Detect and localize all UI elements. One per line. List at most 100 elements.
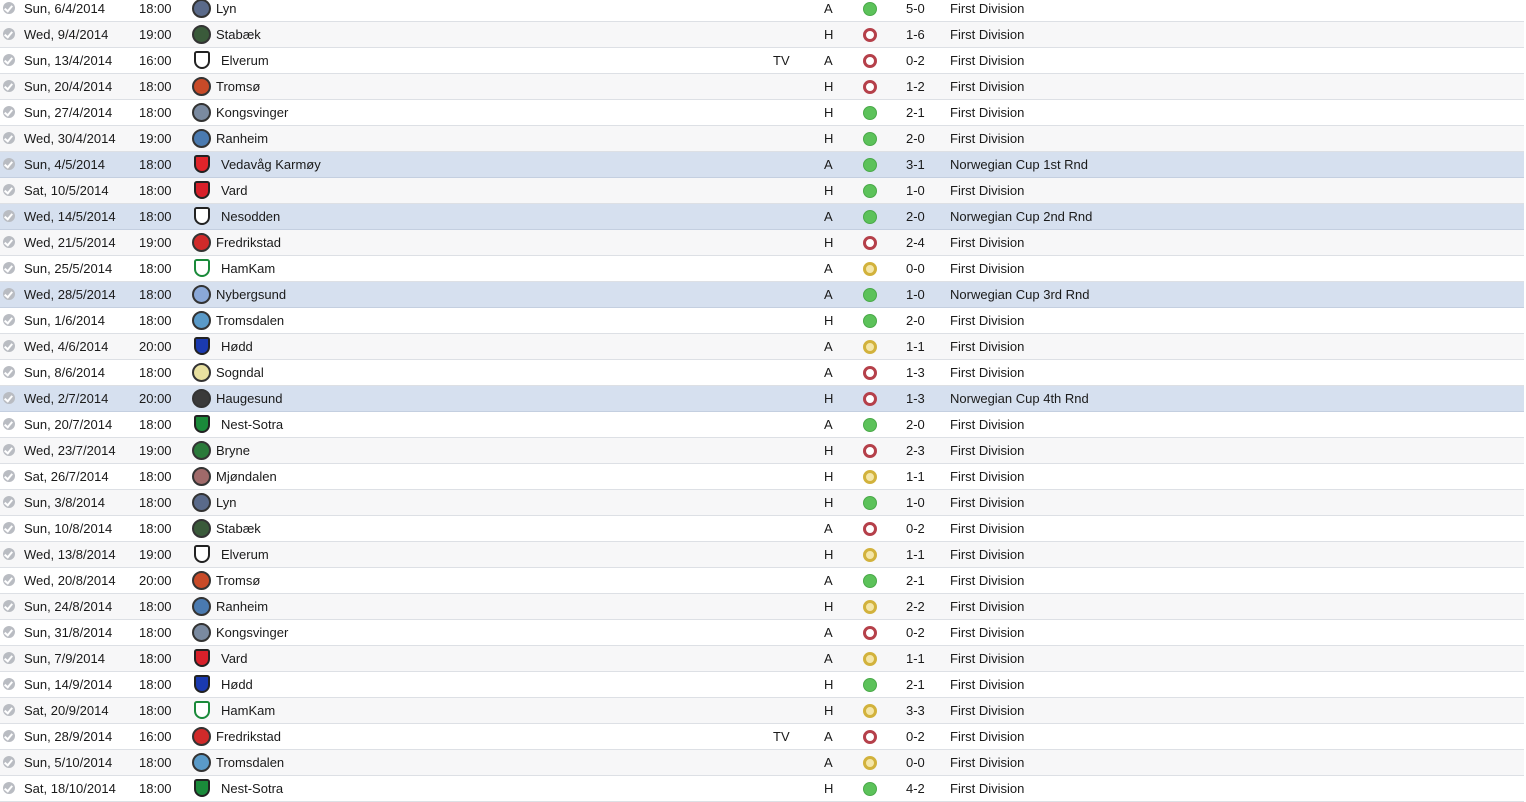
competition-link[interactable]: First Division [950,620,1450,645]
opponent-team-link[interactable]: Bryne [216,438,616,463]
match-score[interactable]: 1-1 [906,542,946,567]
competition-link[interactable]: First Division [950,126,1450,151]
competition-link[interactable]: Norwegian Cup 4th Rnd [950,386,1450,411]
match-score[interactable]: 1-2 [906,74,946,99]
fixture-row[interactable]: Sun, 1/6/2014 18:00 Tromsdalen H 2-0 First Di… [0,308,1524,334]
fixture-row[interactable]: Wed, 28/5/2014 18:00 Nybergsund A 1-0 Norwegi… [0,282,1524,308]
competition-link[interactable]: First Division [950,100,1450,125]
opponent-team-link[interactable]: Sogndal [216,360,616,385]
opponent-team-link[interactable]: Tromsø [216,74,616,99]
fixture-row[interactable]: Sun, 8/6/2014 18:00 Sogndal A 1-3 First Divis… [0,360,1524,386]
opponent-team-link[interactable]: Stabæk [216,516,616,541]
match-score[interactable]: 2-0 [906,126,946,151]
competition-link[interactable]: First Division [950,308,1450,333]
match-score[interactable]: 0-2 [906,516,946,541]
match-score[interactable]: 3-1 [906,152,946,177]
match-score[interactable]: 1-6 [906,22,946,47]
opponent-team-link[interactable]: Nybergsund [216,282,616,307]
match-score[interactable]: 1-0 [906,282,946,307]
competition-link[interactable]: First Division [950,776,1450,801]
match-score[interactable]: 0-2 [906,724,946,749]
opponent-team-link[interactable]: Hødd [221,334,621,359]
opponent-team-link[interactable]: Vard [221,178,621,203]
opponent-team-link[interactable]: Fredrikstad [216,230,616,255]
opponent-team-link[interactable]: Fredrikstad [216,724,616,749]
match-score[interactable]: 2-1 [906,568,946,593]
opponent-team-link[interactable]: Haugesund [216,386,616,411]
competition-link[interactable]: Norwegian Cup 3rd Rnd [950,282,1450,307]
fixture-row[interactable]: Sun, 10/8/2014 18:00 Stabæk A 0-2 First Divis… [0,516,1524,542]
fixture-row[interactable]: Wed, 2/7/2014 20:00 Haugesund H 1-3 Norwegian… [0,386,1524,412]
fixture-row[interactable]: Sun, 5/10/2014 18:00 Tromsdalen A 0-0 First D… [0,750,1524,776]
opponent-team-link[interactable]: Kongsvinger [216,620,616,645]
fixture-row[interactable]: Sat, 18/10/2014 18:00 Nest-Sotra H 4-2 First … [0,776,1524,802]
fixture-row[interactable]: Sun, 20/7/2014 18:00 Nest-Sotra A 2-0 First D… [0,412,1524,438]
opponent-team-link[interactable]: Stabæk [216,22,616,47]
fixture-row[interactable]: Wed, 4/6/2014 20:00 Hødd A 1-1 First Division [0,334,1524,360]
match-score[interactable]: 1-1 [906,334,946,359]
match-score[interactable]: 1-0 [906,490,946,515]
match-score[interactable]: 2-1 [906,100,946,125]
opponent-team-link[interactable]: HamKam [221,698,621,723]
competition-link[interactable]: First Division [950,360,1450,385]
opponent-team-link[interactable]: Ranheim [216,594,616,619]
match-score[interactable]: 3-3 [906,698,946,723]
fixture-row[interactable]: Wed, 13/8/2014 19:00 Elverum H 1-1 First Divi… [0,542,1524,568]
fixture-row[interactable]: Sun, 24/8/2014 18:00 Ranheim H 2-2 First Divi… [0,594,1524,620]
match-score[interactable]: 0-0 [906,256,946,281]
fixture-row[interactable]: Sun, 7/9/2014 18:00 Vard A 1-1 First Division [0,646,1524,672]
opponent-team-link[interactable]: Tromsdalen [216,308,616,333]
opponent-team-link[interactable]: Vedavåg Karmøy [221,152,621,177]
competition-link[interactable]: First Division [950,464,1450,489]
competition-link[interactable]: First Division [950,178,1450,203]
fixture-row[interactable]: Wed, 21/5/2014 19:00 Fredrikstad H 2-4 First … [0,230,1524,256]
fixture-row[interactable]: Sun, 13/4/2014 16:00 Elverum TV A 0-2 First Di… [0,48,1524,74]
opponent-team-link[interactable]: Elverum [221,542,621,567]
match-score[interactable]: 1-1 [906,464,946,489]
competition-link[interactable]: First Division [950,568,1450,593]
competition-link[interactable]: First Division [950,412,1450,437]
match-score[interactable]: 0-2 [906,48,946,73]
fixture-row[interactable]: Sun, 28/9/2014 16:00 Fredrikstad TV A 0-2 Firs… [0,724,1524,750]
opponent-team-link[interactable]: Kongsvinger [216,100,616,125]
opponent-team-link[interactable]: Vard [221,646,621,671]
competition-link[interactable]: First Division [950,438,1450,463]
match-score[interactable]: 2-3 [906,438,946,463]
fixture-row[interactable]: Sat, 10/5/2014 18:00 Vard H 1-0 First Divisio… [0,178,1524,204]
fixture-row[interactable]: Sun, 27/4/2014 18:00 Kongsvinger H 2-1 First … [0,100,1524,126]
competition-link[interactable]: First Division [950,750,1450,775]
fixture-row[interactable]: Wed, 30/4/2014 19:00 Ranheim H 2-0 First Divi… [0,126,1524,152]
competition-link[interactable]: Norwegian Cup 1st Rnd [950,152,1450,177]
opponent-team-link[interactable]: Nesodden [221,204,621,229]
fixture-row[interactable]: Sun, 3/8/2014 18:00 Lyn H 1-0 First Division [0,490,1524,516]
opponent-team-link[interactable]: Ranheim [216,126,616,151]
competition-link[interactable]: First Division [950,48,1450,73]
opponent-team-link[interactable]: Nest-Sotra [221,776,621,801]
competition-link[interactable]: First Division [950,542,1450,567]
competition-link[interactable]: First Division [950,490,1450,515]
match-score[interactable]: 2-0 [906,204,946,229]
competition-link[interactable]: First Division [950,0,1450,21]
fixture-row[interactable]: Sun, 20/4/2014 18:00 Tromsø H 1-2 First Divis… [0,74,1524,100]
match-score[interactable]: 2-0 [906,308,946,333]
fixture-row[interactable]: Wed, 14/5/2014 18:00 Nesodden A 2-0 Norwegian… [0,204,1524,230]
match-score[interactable]: 0-0 [906,750,946,775]
opponent-team-link[interactable]: Lyn [216,0,616,21]
match-score[interactable]: 1-3 [906,360,946,385]
fixture-row[interactable]: Sun, 6/4/2014 18:00 Lyn A 5-0 First Division [0,0,1524,22]
competition-link[interactable]: First Division [950,672,1450,697]
match-score[interactable]: 0-2 [906,620,946,645]
match-score[interactable]: 2-1 [906,672,946,697]
match-score[interactable]: 2-0 [906,412,946,437]
competition-link[interactable]: First Division [950,74,1450,99]
fixture-row[interactable]: Sat, 20/9/2014 18:00 HamKam H 3-3 First Divis… [0,698,1524,724]
competition-link[interactable]: First Division [950,230,1450,255]
fixture-row[interactable]: Sun, 25/5/2014 18:00 HamKam A 0-0 First Divis… [0,256,1524,282]
competition-link[interactable]: First Division [950,646,1450,671]
match-score[interactable]: 4-2 [906,776,946,801]
competition-link[interactable]: First Division [950,256,1450,281]
opponent-team-link[interactable]: Elverum [221,48,621,73]
match-score[interactable]: 1-0 [906,178,946,203]
fixture-row[interactable]: Sun, 4/5/2014 18:00 Vedavåg Karmøy A 3-1 Norw… [0,152,1524,178]
fixture-row[interactable]: Sun, 31/8/2014 18:00 Kongsvinger A 0-2 First … [0,620,1524,646]
